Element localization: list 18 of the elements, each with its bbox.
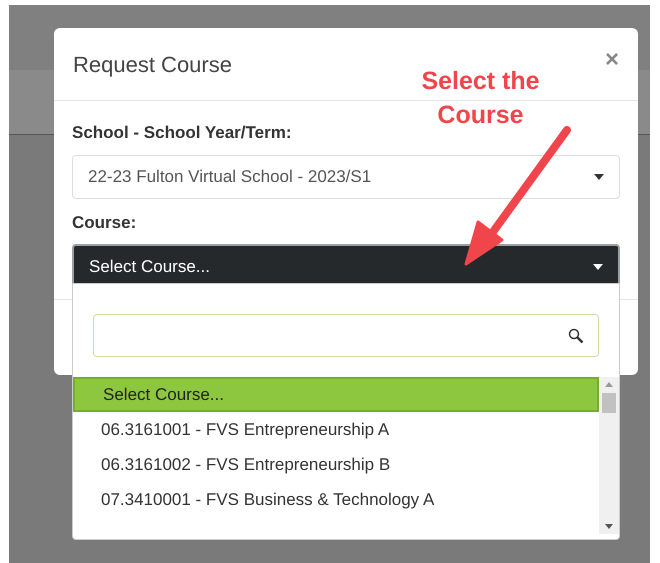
scroll-thumb[interactable] [602,393,616,413]
field-label: Course: [72,212,138,234]
caret-icon [594,174,604,180]
search-icon [568,328,584,344]
close-button[interactable]: × [604,48,619,72]
field-label: School - School Year/Term: [72,122,292,144]
scroll-up-icon[interactable] [605,382,613,387]
course-option[interactable]: 07.3410001 - FVS Business & Technology A [73,482,599,517]
caret-icon [593,264,603,270]
dialog-title: Request Course [73,50,232,79]
annotation-text: Select the Course [420,66,541,131]
search-field[interactable] [93,314,599,357]
scroll-down-icon[interactable] [605,524,613,529]
course-option[interactable]: Select Course... [73,377,599,412]
course-option[interactable]: 06.3161001 - FVS Entrepreneurship A [73,412,599,447]
course-option[interactable]: 06.3161002 - FVS Entrepreneurship B [73,447,599,482]
scrollbar[interactable] [599,377,619,534]
select-field[interactable]: 22-23 Fulton Virtual School - 2023/S1 [72,154,620,198]
